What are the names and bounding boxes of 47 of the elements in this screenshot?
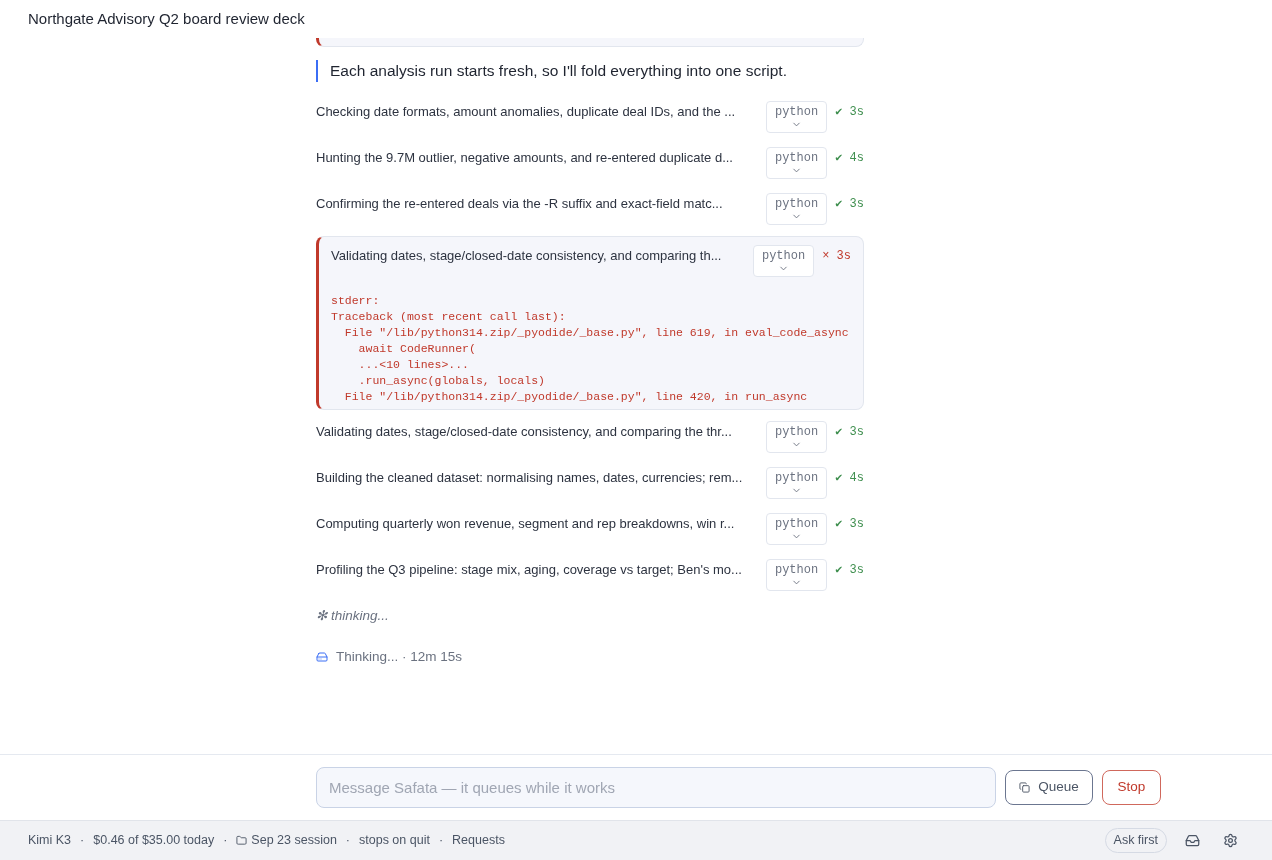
inbox-icon[interactable]	[1185, 833, 1200, 848]
step-status: × 3s	[822, 248, 851, 266]
language-toggle[interactable]: python	[765, 513, 828, 546]
spinner-glyph: ✻	[316, 607, 327, 626]
status-text: Kimi K3	[28, 832, 72, 850]
step-description: Validating dates, stage/closed-date consistency, and comparing th...	[331, 247, 723, 266]
separator-dot: ·	[223, 832, 228, 850]
window-title: Northgate Advisory Q2 board review deck	[28, 8, 305, 29]
step-status: ✔ 4s	[835, 470, 864, 488]
separator-dot: ·	[80, 832, 85, 850]
language-toggle[interactable]: python	[765, 147, 828, 180]
separator-dot: ·	[438, 832, 444, 850]
activity-status: Thinking... · 12m 15s	[336, 647, 463, 666]
separator-dot: ·	[345, 832, 350, 850]
session-label: Sep 23 session	[251, 832, 337, 850]
step-status: ✔ 3s	[835, 104, 864, 122]
step-description: Hunting the 9.7M outlier, negative amounts, and re-entered duplicate d...	[316, 149, 734, 168]
step-description: Building the cleaned dataset: normalising names, dates, currencies; rem...	[316, 469, 744, 488]
settings-icon[interactable]	[1223, 833, 1238, 848]
step-status: ✔ 3s	[835, 516, 864, 534]
step-description: Checking date formats, amount anomalies, duplicate deal IDs, and the ...	[316, 103, 737, 122]
copy-icon	[1019, 782, 1031, 793]
language-toggle[interactable]: python	[765, 559, 828, 592]
language-toggle[interactable]: python	[765, 193, 828, 226]
folder-icon	[236, 835, 248, 846]
assistant-message: Each analysis run starts fresh, so I'll fold everything into one script.	[330, 61, 787, 81]
language-toggle[interactable]: python	[752, 245, 815, 278]
step-status: ✔ 3s	[835, 424, 864, 442]
step-description: Profiling the Q3 pipeline: stage mix, aging, coverage vs target; Ben's mo...	[316, 561, 743, 580]
step-status: ✔ 3s	[835, 196, 864, 214]
error-output: stderr: Traceback (most recent call last): File "/lib/python314.zip/_pyodide/_base.py", line 619, in eval_code_async await CodeRunner( ...<10 lines>... .run_async(globals, locals) File "/lib/python314.zip/_pyodide/_base.py", line 420, in run_async	[331, 293, 850, 406]
language-toggle[interactable]: python	[765, 467, 828, 500]
step-description: Computing quarterly won revenue, segment and rep breakdowns, win r...	[316, 515, 736, 534]
step-status: ✔ 4s	[835, 150, 864, 168]
drive-icon	[316, 650, 328, 663]
step-description: Confirming the re-entered deals via the -R suffix and exact-field matc...	[316, 195, 724, 214]
status-text: $0.46 of $35.00 today	[93, 832, 215, 850]
requests-link[interactable]: Requests	[452, 831, 505, 850]
language-toggle[interactable]: python	[765, 101, 828, 134]
step-status: ✔ 3s	[835, 562, 864, 580]
status-text: stops on quit	[359, 832, 430, 850]
step-description: Validating dates, stage/closed-date consistency, and comparing the thr...	[316, 423, 733, 442]
stop-button[interactable]: Stop	[1102, 770, 1161, 805]
thinking-label: thinking...	[331, 607, 389, 626]
language-toggle[interactable]: python	[765, 421, 828, 454]
queue-button[interactable]: Queue	[1005, 770, 1093, 805]
message-field[interactable]: Message Safata — it queues while it works	[316, 767, 996, 808]
